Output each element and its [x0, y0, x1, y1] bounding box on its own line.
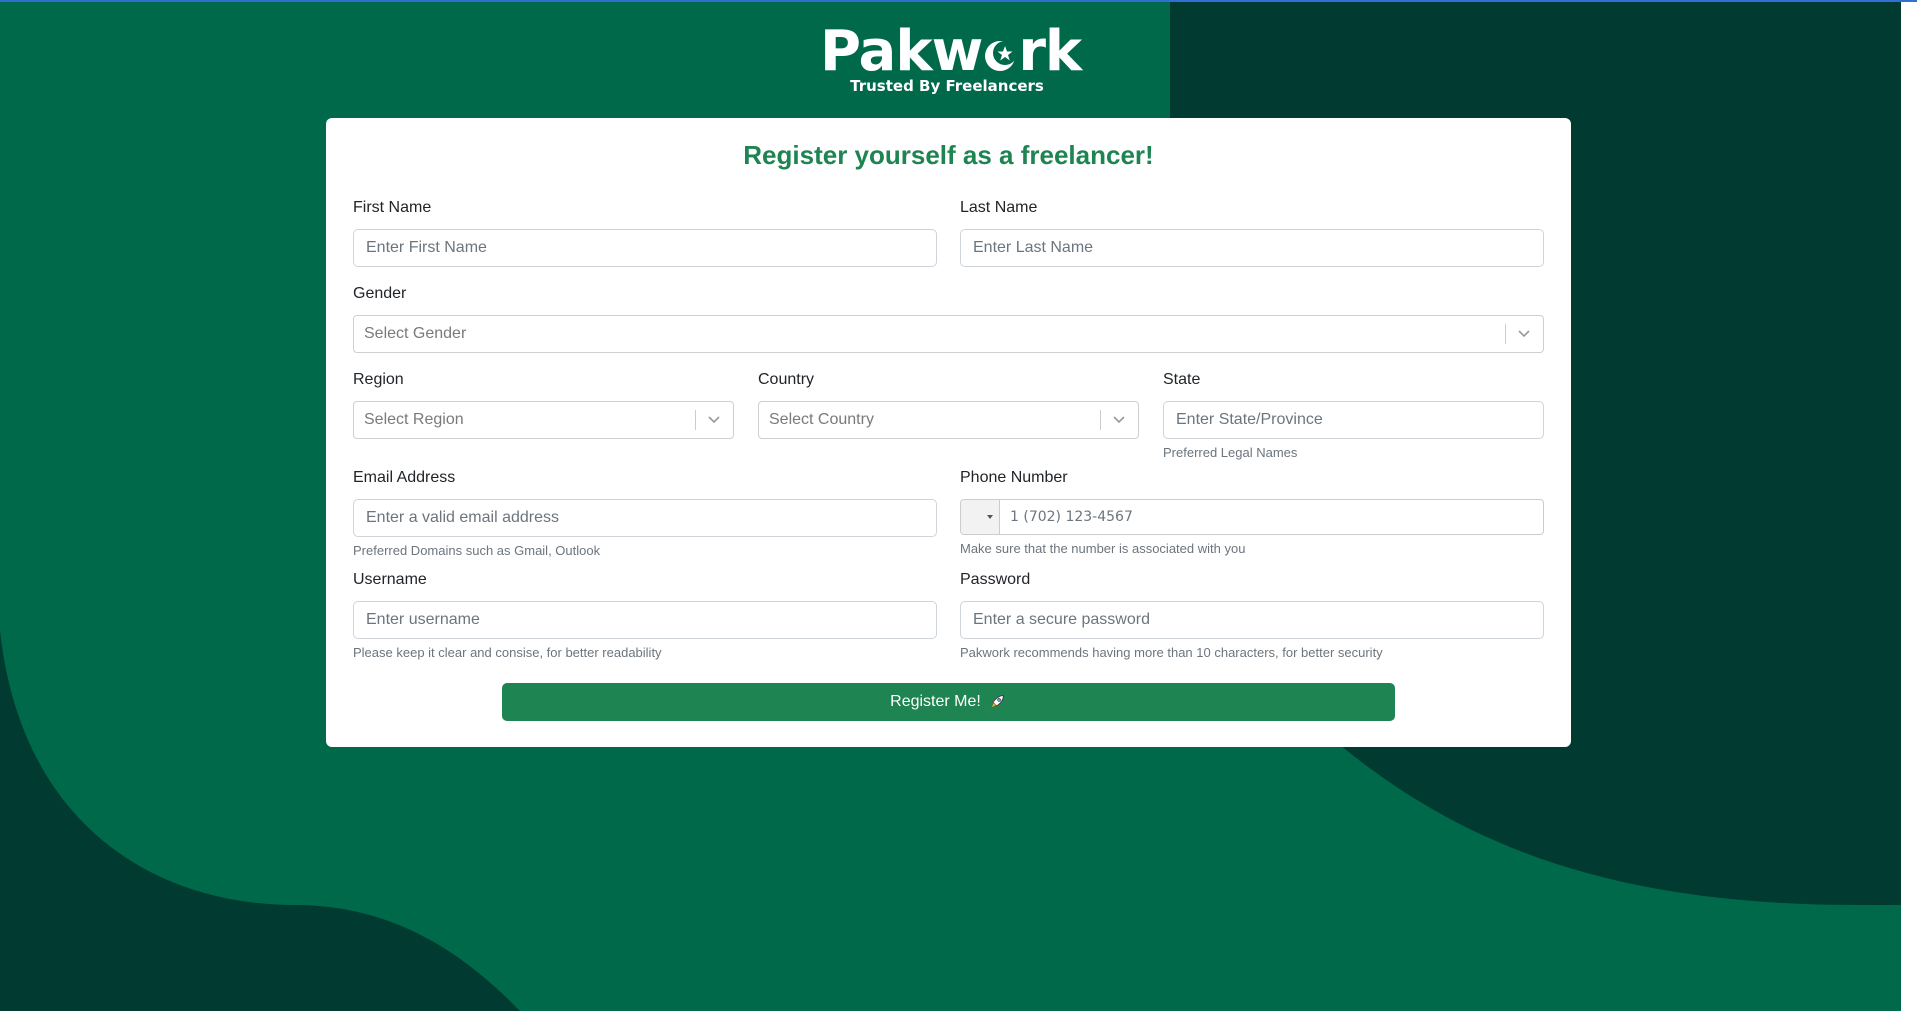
state-group: State Preferred Legal Names — [1163, 370, 1544, 461]
country-group: Country Select Country — [758, 370, 1139, 439]
window-top-border — [0, 0, 1917, 2]
register-button-label: Register Me! — [890, 693, 981, 710]
password-input[interactable] — [960, 601, 1544, 639]
password-label: Password — [960, 571, 1031, 588]
register-button[interactable]: Register Me! — [502, 683, 1395, 721]
region-select-placeholder: Select Region — [364, 411, 464, 428]
country-select[interactable]: Select Country — [758, 401, 1139, 439]
form-title: Register yourself as a freelancer! — [743, 140, 1154, 170]
phone-group: Phone Number 1 (702) 123-4567 Make sure … — [960, 468, 1544, 557]
last-name-input[interactable] — [960, 229, 1544, 267]
first-name-group: First Name — [353, 198, 937, 267]
chevron-down-icon[interactable] — [1111, 413, 1127, 427]
country-select-placeholder: Select Country — [769, 411, 874, 428]
region-label: Region — [353, 371, 404, 388]
rocket-icon — [990, 695, 1004, 709]
chevron-down-icon[interactable] — [1516, 327, 1532, 341]
email-input[interactable] — [353, 499, 937, 537]
username-input[interactable] — [353, 601, 937, 639]
email-group: Email Address Preferred Domains such as … — [353, 468, 937, 559]
state-label: State — [1163, 371, 1201, 388]
country-label: Country — [758, 371, 815, 388]
gender-select[interactable]: Select Gender — [353, 315, 1544, 353]
brand-name-left: Pakw — [820, 19, 983, 84]
phone-input[interactable]: 1 (702) 123-4567 — [960, 499, 1544, 535]
brand-wordmark: Pakw rk — [820, 19, 1082, 84]
caret-down-icon — [987, 515, 993, 519]
region-select[interactable]: Select Region — [353, 401, 734, 439]
brand-name-right: rk — [1018, 19, 1082, 84]
brand-tagline: Trusted By Freelancers — [850, 77, 1044, 95]
phone-placeholder: 1 (702) 123-4567 — [1010, 509, 1133, 525]
gender-group: Gender Select Gender — [353, 284, 1544, 353]
password-help-text: Pakwork recommends having more than 10 c… — [960, 645, 1383, 660]
chevron-down-icon[interactable] — [706, 413, 722, 427]
email-help-text: Preferred Domains such as Gmail, Outlook — [353, 543, 601, 558]
last-name-group: Last Name — [960, 198, 1544, 267]
phone-help-text: Make sure that the number is associated … — [960, 541, 1246, 556]
select-separator — [1505, 324, 1506, 344]
registration-card: Register yourself as a freelancer! First… — [326, 118, 1571, 747]
username-label: Username — [353, 571, 427, 588]
gender-select-placeholder: Select Gender — [364, 325, 467, 342]
country-flag-dropdown[interactable] — [961, 500, 1000, 534]
username-help-text: Please keep it clear and consise, for be… — [353, 645, 662, 660]
first-name-input[interactable] — [353, 229, 937, 267]
phone-label: Phone Number — [960, 469, 1068, 486]
state-help-text: Preferred Legal Names — [1163, 445, 1298, 460]
password-group: Password Pakwork recommends having more … — [960, 570, 1544, 661]
brand-logo: Pakw rk Trusted By Freelancers — [820, 22, 1082, 102]
select-separator — [1100, 410, 1101, 430]
select-separator — [695, 410, 696, 430]
email-label: Email Address — [353, 469, 456, 486]
region-group: Region Select Region — [353, 370, 734, 439]
first-name-label: First Name — [353, 199, 432, 216]
last-name-label: Last Name — [960, 199, 1038, 216]
state-input[interactable] — [1163, 401, 1544, 439]
username-group: Username Please keep it clear and consis… — [353, 570, 937, 661]
gender-label: Gender — [353, 285, 407, 302]
crescent-star-icon — [985, 41, 1018, 71]
scrollbar-track[interactable] — [1901, 2, 1917, 1011]
